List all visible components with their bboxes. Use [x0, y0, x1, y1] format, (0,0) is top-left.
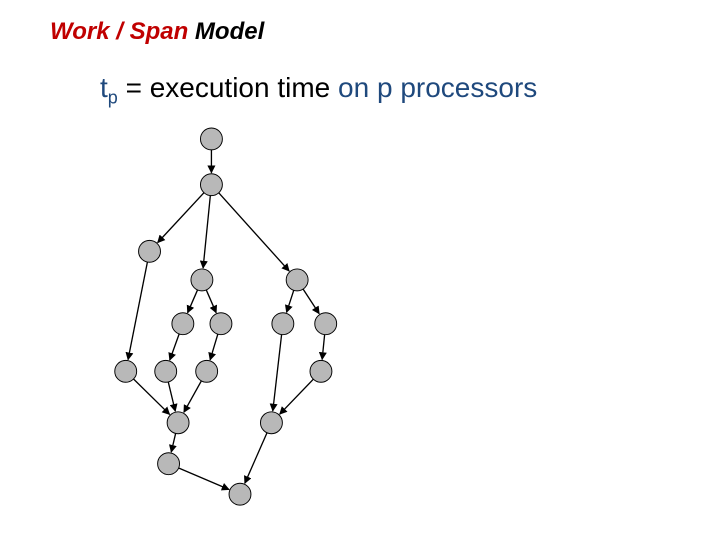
dag-edge	[206, 290, 216, 313]
dag-node	[155, 360, 177, 382]
dag-edge	[179, 468, 229, 490]
dag-edge	[188, 290, 198, 313]
dag-node	[200, 128, 222, 150]
dag-edge	[134, 379, 170, 414]
slide-root: Work / Span Model tp = execution time on…	[0, 0, 720, 540]
dag-edge	[219, 193, 289, 271]
dag-edge	[128, 262, 147, 360]
dag-edge	[184, 381, 201, 412]
dag-edge	[245, 433, 267, 484]
dag-node	[286, 269, 308, 291]
dag-edge	[303, 289, 319, 314]
dag-node	[115, 360, 137, 382]
dag-edge	[210, 334, 218, 360]
dag-node	[260, 412, 282, 434]
formula-line: tp = execution time on p processors	[100, 72, 537, 109]
dag-edge	[170, 334, 179, 360]
dag-node	[229, 483, 251, 505]
formula-on: on	[338, 72, 377, 103]
dag-node	[191, 269, 213, 291]
dag-node	[158, 453, 180, 475]
dag-node	[200, 174, 222, 196]
dag-node	[139, 240, 161, 262]
dag-edge	[287, 290, 294, 312]
formula-equals: = execution time	[126, 72, 338, 103]
dag-edge	[322, 335, 324, 360]
dag-graph	[70, 118, 410, 518]
dag-node	[196, 360, 218, 382]
formula-t: t	[100, 72, 108, 103]
title-red-part: Work / Span	[50, 18, 188, 45]
dag-node	[315, 313, 337, 335]
dag-node	[167, 412, 189, 434]
formula-p-sub: p	[108, 88, 118, 108]
formula-proc: processors	[400, 72, 537, 103]
dag-edge	[203, 196, 210, 268]
title-rest: Model	[195, 18, 264, 45]
formula-p: p	[377, 72, 400, 103]
dag-node	[210, 313, 232, 335]
formula-tp: tp	[100, 72, 126, 103]
dag-edge	[168, 382, 175, 411]
dag-node	[172, 313, 194, 335]
dag-edge	[158, 193, 204, 243]
dag-node	[310, 360, 332, 382]
dag-node	[272, 313, 294, 335]
slide-title: Work / Span Model	[50, 18, 264, 46]
dag-edge	[171, 433, 175, 452]
dag-edge	[273, 335, 282, 411]
dag-edge	[280, 379, 314, 414]
